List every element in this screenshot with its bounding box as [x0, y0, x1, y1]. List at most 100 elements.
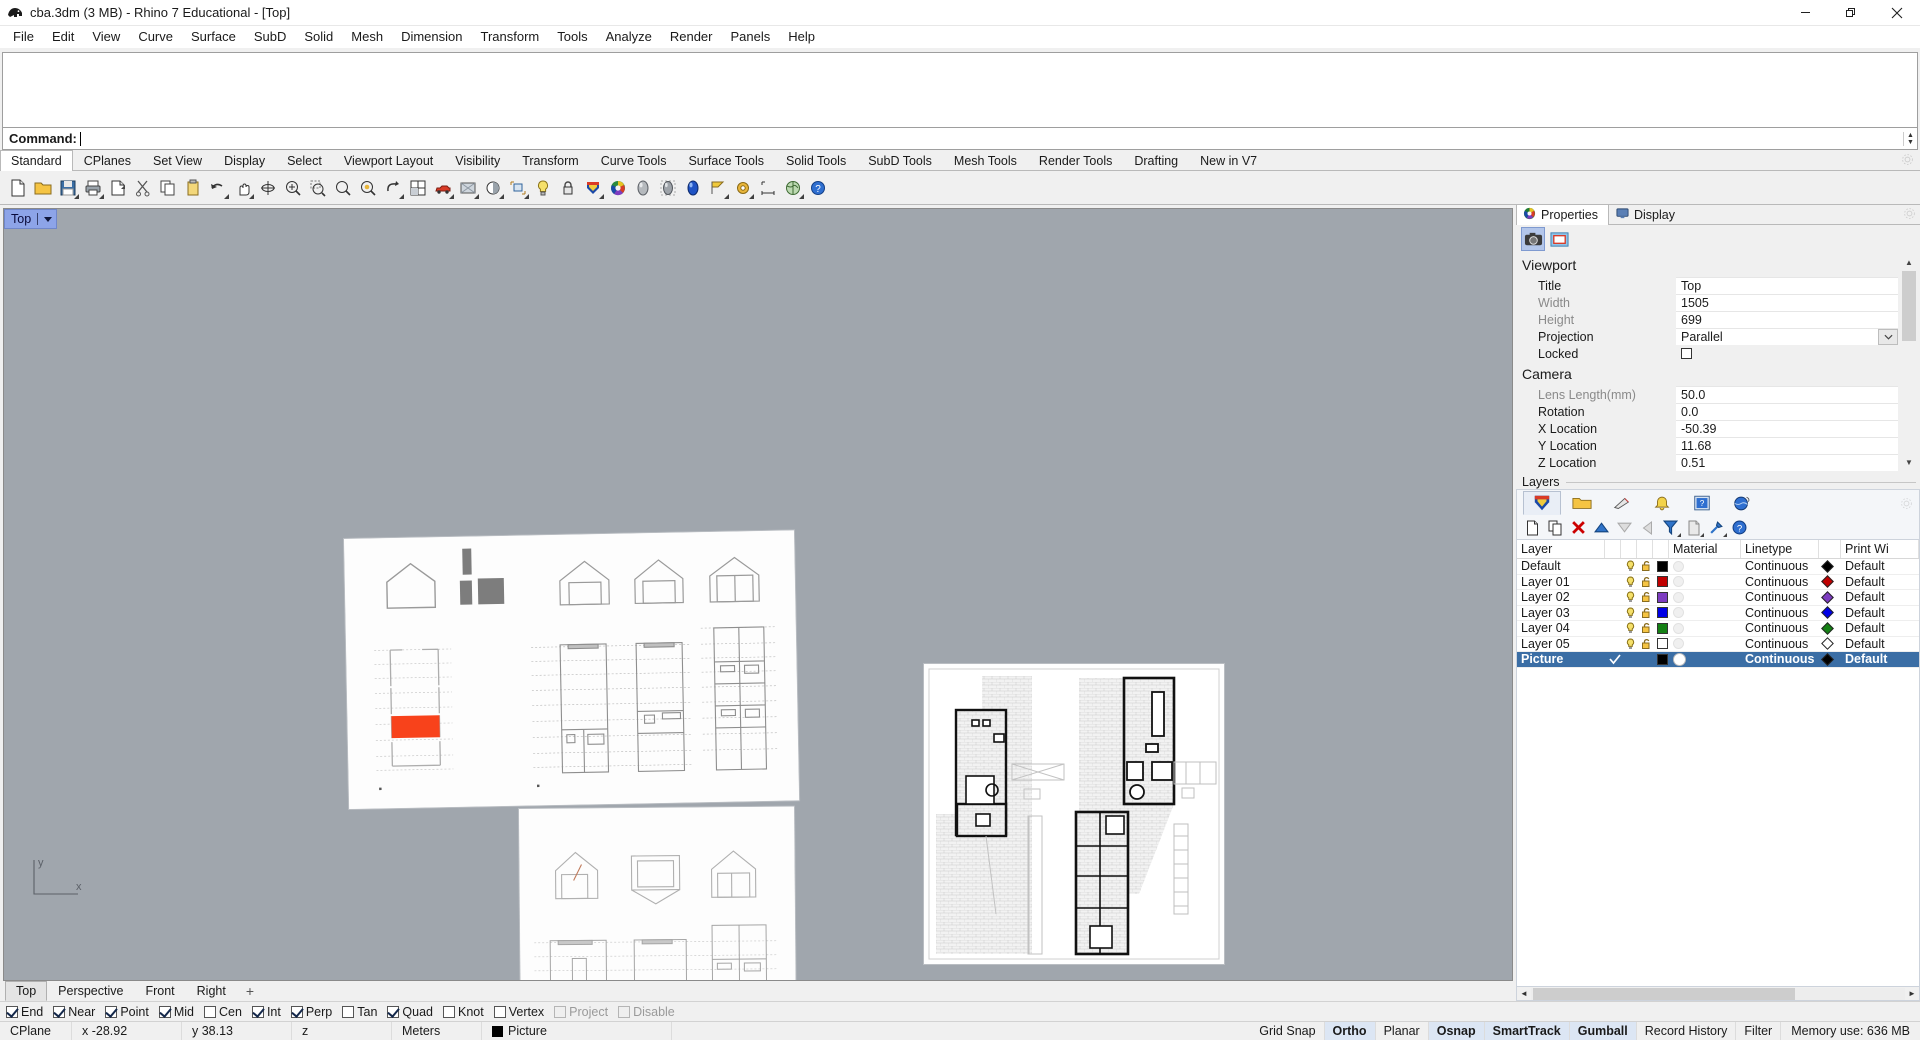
- osnap-quad-checkbox[interactable]: [387, 1005, 400, 1018]
- layers-options-gear-icon[interactable]: [1900, 497, 1913, 510]
- osnap-knot[interactable]: Knot: [443, 1005, 484, 1019]
- layer-name[interactable]: Layer 04: [1517, 621, 1605, 636]
- current-layer-check[interactable]: [1605, 621, 1621, 636]
- panel-options-gear-icon[interactable]: [1903, 207, 1916, 220]
- print-color-diamond[interactable]: [1819, 637, 1841, 652]
- notification-bell-tab-icon[interactable]: [1643, 491, 1681, 515]
- light-icon[interactable]: [531, 176, 554, 199]
- command-line[interactable]: Command: ▲ ▼: [2, 128, 1918, 150]
- car-render-icon[interactable]: [431, 176, 454, 199]
- cplane-icon[interactable]: [506, 176, 529, 199]
- menu-item-curve[interactable]: Curve: [129, 26, 182, 48]
- layer-properties-icon[interactable]: [1684, 518, 1704, 537]
- table-row[interactable]: Layer 04 Continuous Default: [1517, 621, 1919, 637]
- toolbar-tab-render-tools[interactable]: Render Tools: [1028, 150, 1123, 171]
- scroll-down-arrow-icon[interactable]: ▼: [1902, 455, 1916, 469]
- lightbulb-icon[interactable]: [1621, 606, 1637, 621]
- command-input[interactable]: [80, 129, 1903, 148]
- lightbulb-icon[interactable]: [1621, 590, 1637, 605]
- tab-display[interactable]: Display: [1609, 204, 1686, 225]
- osnap-end-checkbox[interactable]: [6, 1005, 18, 1018]
- lightbulb-icon[interactable]: [1621, 559, 1637, 574]
- layer-name[interactable]: Picture: [1517, 652, 1605, 667]
- current-layer-check[interactable]: [1605, 590, 1621, 605]
- layer-print-width[interactable]: Default: [1841, 637, 1919, 652]
- layer-print-width[interactable]: Default: [1841, 652, 1919, 667]
- layer-name[interactable]: Default: [1517, 559, 1605, 574]
- unlock-icon[interactable]: [1637, 621, 1653, 636]
- layer-material[interactable]: [1669, 652, 1741, 667]
- layer-color-swatch[interactable]: [1653, 606, 1669, 621]
- osnap-disable-checkbox[interactable]: [618, 1005, 631, 1018]
- prop-value-title[interactable]: Top: [1676, 277, 1898, 294]
- layer-linetype[interactable]: Continuous: [1741, 575, 1819, 590]
- layer-color-swatch[interactable]: [1653, 590, 1669, 605]
- open-file-icon[interactable]: [31, 176, 54, 199]
- layer-linetype[interactable]: Continuous: [1741, 590, 1819, 605]
- prop-row-rotation[interactable]: Rotation 0.0: [1516, 403, 1920, 420]
- prop-value-locked[interactable]: [1676, 345, 1898, 362]
- sphere-blue-icon[interactable]: [681, 176, 704, 199]
- osnap-cen-checkbox[interactable]: [204, 1005, 216, 1018]
- prop-value-width[interactable]: 1505: [1676, 294, 1898, 311]
- print-color-diamond[interactable]: [1819, 559, 1841, 574]
- layer-material[interactable]: [1669, 559, 1741, 574]
- layer-print-width[interactable]: Default: [1841, 621, 1919, 636]
- status-toggle-osnap[interactable]: Osnap: [1428, 1022, 1485, 1040]
- copy-to-clipboard-icon[interactable]: [106, 176, 129, 199]
- toolbar-tab-subd-tools[interactable]: SubD Tools: [857, 150, 943, 171]
- lightbulb-icon[interactable]: [1621, 575, 1637, 590]
- status-toggle-smarttrack[interactable]: SmartTrack: [1484, 1022, 1570, 1040]
- unlock-icon[interactable]: [1637, 559, 1653, 574]
- layer-color-swatch[interactable]: [1653, 637, 1669, 652]
- prop-row-title[interactable]: Title Top: [1516, 277, 1920, 294]
- osnap-vertex[interactable]: Vertex: [493, 1005, 544, 1019]
- undo-icon[interactable]: [206, 176, 229, 199]
- properties-scrollbar[interactable]: ▲ ▼: [1902, 255, 1916, 469]
- zoom-window-icon[interactable]: [306, 176, 329, 199]
- toolbar-tab-select[interactable]: Select: [276, 150, 333, 171]
- lock-icon[interactable]: [556, 176, 579, 199]
- prop-row-z-location[interactable]: Z Location 0.51: [1516, 454, 1920, 471]
- table-row[interactable]: Layer 03 Continuous Default: [1517, 606, 1919, 621]
- prop-row-width[interactable]: Width 1505: [1516, 294, 1920, 311]
- lightbulb-icon[interactable]: [1621, 637, 1637, 652]
- menu-item-help[interactable]: Help: [779, 26, 824, 48]
- osnap-perp-checkbox[interactable]: [290, 1005, 303, 1018]
- rotate-view-icon[interactable]: [381, 176, 404, 199]
- layer-material[interactable]: [1669, 575, 1741, 590]
- prop-value-y-location[interactable]: 11.68: [1676, 437, 1898, 454]
- table-row[interactable]: Layer 02 Continuous Default: [1517, 590, 1919, 606]
- scroll-right-arrow-icon[interactable]: ►: [1905, 989, 1919, 998]
- layer-name[interactable]: Layer 01: [1517, 575, 1605, 590]
- lightbulb-off-icon[interactable]: [1621, 652, 1637, 667]
- properties-scroll-thumb[interactable]: [1902, 271, 1916, 341]
- options-gear-icon[interactable]: [731, 176, 754, 199]
- maximize-button[interactable]: [1828, 0, 1874, 26]
- print-color-diamond[interactable]: [1819, 606, 1841, 621]
- toolbar-tab-display[interactable]: Display: [213, 150, 276, 171]
- table-row[interactable]: Layer 01 Continuous Default: [1517, 575, 1919, 590]
- osnap-mid-checkbox[interactable]: [158, 1005, 171, 1018]
- layer-print-width[interactable]: Default: [1841, 559, 1919, 574]
- osnap-tan-checkbox[interactable]: [342, 1005, 355, 1018]
- unlock-icon[interactable]: [1637, 575, 1653, 590]
- table-row[interactable]: Picture Continuous Default: [1517, 652, 1919, 668]
- layer-name[interactable]: Layer 05: [1517, 637, 1605, 652]
- table-row[interactable]: Default Continuous Default: [1517, 559, 1919, 575]
- scroll-left-arrow-icon[interactable]: ◄: [1517, 989, 1531, 998]
- print-color-diamond[interactable]: [1819, 590, 1841, 605]
- copy-icon[interactable]: [156, 176, 179, 199]
- unlock-icon[interactable]: [1637, 637, 1653, 652]
- zoom-extents-icon[interactable]: [256, 176, 279, 199]
- layer-name[interactable]: Layer 02: [1517, 590, 1605, 605]
- menu-item-edit[interactable]: Edit: [43, 26, 83, 48]
- camera-icon[interactable]: [1521, 227, 1545, 251]
- prop-row-x-location[interactable]: X Location -50.39: [1516, 420, 1920, 437]
- layer-print-width[interactable]: Default: [1841, 575, 1919, 590]
- prop-row-y-location[interactable]: Y Location 11.68: [1516, 437, 1920, 454]
- toolbar-tab-set-view[interactable]: Set View: [142, 150, 213, 171]
- prop-row-locked[interactable]: Locked: [1516, 345, 1920, 362]
- menu-item-mesh[interactable]: Mesh: [342, 26, 392, 48]
- menu-item-subd[interactable]: SubD: [245, 26, 296, 48]
